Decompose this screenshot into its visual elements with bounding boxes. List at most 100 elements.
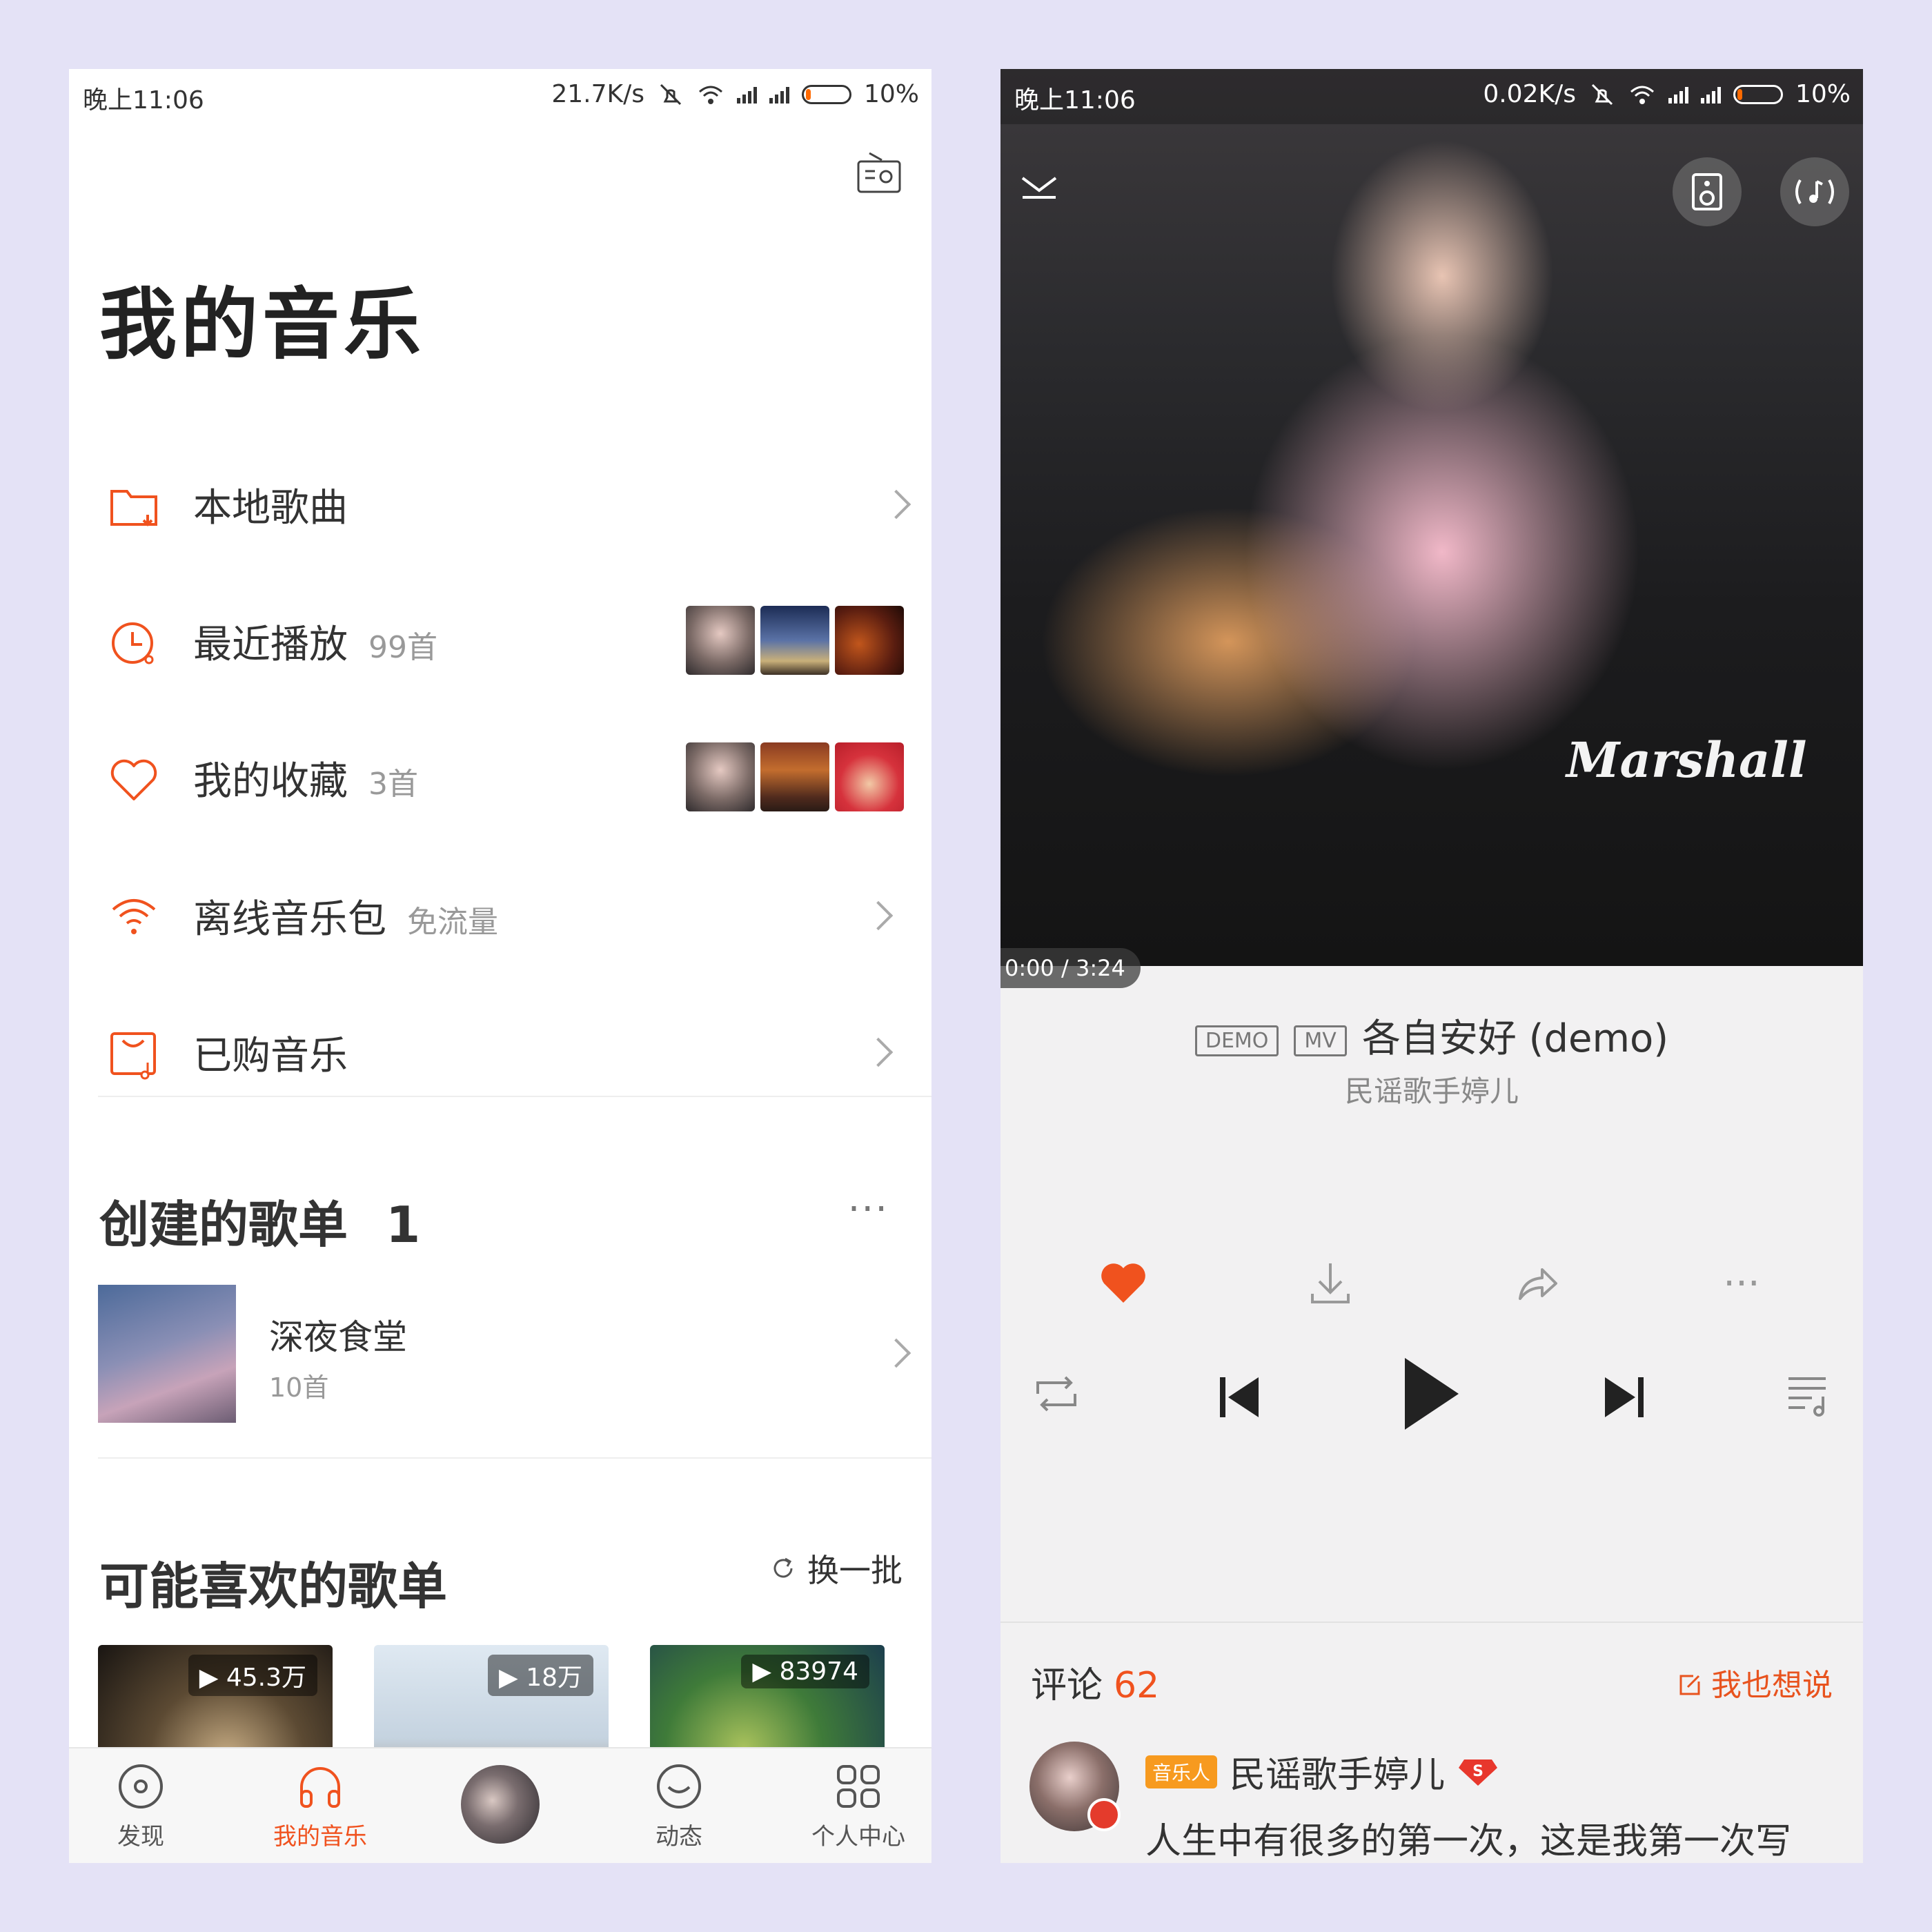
menu-purchased[interactable]: 已购音乐: [69, 1000, 931, 1104]
more-options-button[interactable]: ···: [1714, 1256, 1769, 1311]
refresh-button[interactable]: 换一批: [770, 1546, 903, 1591]
edit-icon: [1679, 1675, 1700, 1695]
broadcast-button[interactable]: [1780, 157, 1849, 226]
demo-tag: DEMO: [1194, 1025, 1279, 1057]
menu-offline-pack[interactable]: 离线音乐包 免流量: [69, 864, 931, 967]
refresh-icon: [773, 1557, 793, 1578]
broadcast-music-icon: [1795, 179, 1834, 205]
chevron-right-icon: [863, 1037, 894, 1067]
album-thumb: [686, 606, 755, 675]
mute-icon: [1591, 83, 1613, 105]
musician-tag: 音乐人: [1145, 1755, 1218, 1788]
repeat-button[interactable]: [1031, 1373, 1082, 1414]
playlist-cover: [98, 1285, 236, 1423]
status-bar: 晚上11:06 21.7K/s 10%: [69, 69, 931, 124]
playlist-button[interactable]: [1784, 1373, 1833, 1417]
next-icon: [1605, 1377, 1644, 1417]
tab-my-music[interactable]: 我的音乐: [251, 1762, 389, 1851]
mute-icon: [660, 83, 682, 105]
net-speed: 0.02K/s: [1483, 80, 1576, 108]
more-icon[interactable]: ···: [848, 1187, 889, 1232]
headphones-icon: [300, 1767, 340, 1808]
net-speed: 21.7K/s: [551, 80, 644, 108]
menu-label: 已购音乐: [193, 1033, 348, 1078]
download-button[interactable]: [1303, 1256, 1358, 1311]
refresh-label: 换一批: [807, 1552, 903, 1589]
previous-button[interactable]: [1216, 1373, 1264, 1421]
section-label: 创建的歌单: [99, 1196, 348, 1254]
recommend-title: 可能喜欢的歌单: [99, 1557, 448, 1615]
now-playing-disc[interactable]: [461, 1765, 540, 1844]
collapse-icon[interactable]: [1018, 172, 1060, 200]
battery-icon: [1733, 84, 1783, 104]
next-button[interactable]: [1599, 1373, 1648, 1421]
share-button[interactable]: [1510, 1256, 1565, 1311]
tab-label: 发现: [117, 1823, 164, 1851]
play-count: ▶ 45.3万: [188, 1655, 317, 1696]
menu-favorites[interactable]: 我的收藏 3首: [69, 726, 931, 829]
playlist-name: 深夜食堂: [269, 1317, 407, 1357]
divider: [1000, 1621, 1863, 1623]
chevron-right-icon: [881, 489, 911, 520]
video-timecode: 0:00 / 3:24: [1000, 948, 1141, 988]
battery-percent: 10%: [1795, 80, 1851, 108]
player-screen: Marshall 晚上11:06 0.02K/s 10% 0:00 / 3:24…: [1000, 69, 1863, 1863]
tab-activity[interactable]: 动态: [610, 1762, 748, 1851]
share-icon: [1519, 1268, 1557, 1300]
signal-icon: [1668, 86, 1688, 103]
playlist-icon: [1788, 1377, 1826, 1417]
previous-icon: [1220, 1377, 1259, 1417]
play-count: ▶ 18万: [488, 1655, 593, 1696]
comments-header[interactable]: 评论 62: [1031, 1656, 1159, 1708]
song-title-row: DEMO MV 各自安好 (demo): [1000, 1007, 1863, 1063]
folder-icon: [110, 490, 157, 526]
comment-username: 民谣歌手婷儿: [1230, 1755, 1446, 1796]
speaker-icon: [1692, 173, 1722, 210]
disc-icon: [119, 1764, 163, 1808]
menu-recent[interactable]: 最近播放 99首: [69, 589, 931, 693]
album-thumb: [835, 742, 904, 811]
tab-profile[interactable]: 个人中心: [789, 1762, 927, 1851]
section-count: 1: [386, 1196, 421, 1254]
recent-thumbs: [686, 606, 904, 675]
artist-name[interactable]: 民谣歌手婷儿: [1000, 1068, 1863, 1110]
clock-icon: [112, 622, 154, 664]
battery-icon: [801, 84, 851, 104]
like-button[interactable]: [1096, 1256, 1151, 1311]
comment-text: 人生中有很多的第一次，这是我第一次写: [1145, 1821, 1792, 1862]
favorite-thumbs: [686, 742, 904, 811]
page-title: 我的音乐: [99, 280, 425, 370]
bottom-tab-bar: 发现 我的音乐 动态 个人中心: [69, 1747, 931, 1863]
menu-label: 离线音乐包: [193, 896, 386, 942]
menu-label: 本地歌曲: [193, 485, 348, 531]
tab-discover[interactable]: 发现: [72, 1762, 210, 1851]
menu-count: 99首: [368, 629, 437, 665]
divider: [98, 1457, 931, 1459]
menu-local-songs[interactable]: 本地歌曲: [69, 453, 931, 556]
smile-icon: [657, 1764, 701, 1808]
tab-label: 动态: [656, 1823, 702, 1851]
signal-icon-2: [769, 86, 789, 103]
write-comment-label: 我也想说: [1711, 1668, 1833, 1703]
play-icon: [1405, 1358, 1459, 1430]
speaker-button[interactable]: [1673, 157, 1742, 226]
menu-label: 最近播放: [193, 622, 348, 667]
tab-label: 个人中心: [811, 1823, 905, 1851]
status-time: 晚上11:06: [1014, 86, 1136, 115]
grid-icon: [837, 1765, 880, 1808]
mv-tag[interactable]: MV: [1294, 1025, 1347, 1057]
comment-user[interactable]: 音乐人 民谣歌手婷儿 S: [1145, 1746, 1499, 1797]
amp-logo-text: Marshall: [1566, 731, 1807, 789]
heart-icon: [110, 759, 157, 800]
play-button[interactable]: [1395, 1352, 1464, 1435]
radio-icon[interactable]: [856, 150, 903, 195]
write-comment-button[interactable]: 我也想说: [1678, 1660, 1833, 1704]
musician-badge-icon: [1087, 1798, 1121, 1831]
album-thumb: [760, 742, 829, 811]
play-count: ▶ 83974: [741, 1655, 869, 1688]
playlist-count: 10首: [269, 1372, 329, 1403]
divider: [98, 1096, 931, 1097]
svg-text:S: S: [1472, 1763, 1483, 1780]
song-title: 各自安好 (demo): [1361, 1016, 1669, 1061]
comments-count: 62: [1114, 1665, 1160, 1706]
